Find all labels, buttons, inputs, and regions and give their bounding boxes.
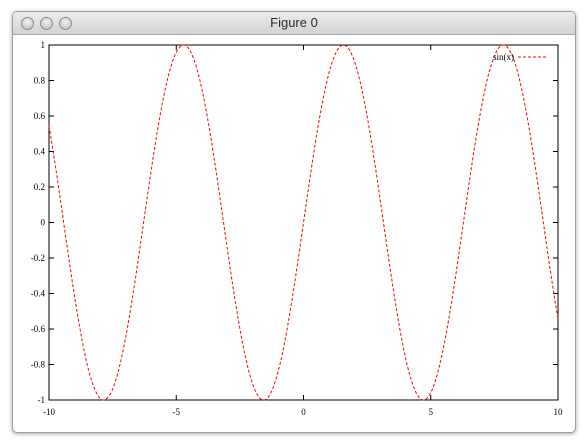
x-tick-label: 5 [429, 407, 434, 417]
x-tick-label: -10 [43, 407, 55, 417]
y-tick-label: -0.4 [31, 289, 46, 299]
plot-frame [48, 44, 559, 401]
y-tick-label: 0.8 [34, 76, 46, 86]
y-tick-label: -0.2 [31, 253, 45, 263]
figure-window: Figure 0 -10 -5 0 5 10 -1 -0.8 -0.6 -0.4 -0.2 0 0.2… [12, 11, 576, 433]
plot-canvas: -10 -5 0 5 10 -1 -0.8 -0.6 -0.4 -0.2 0 0.2 0.4 0.6 0.8… [31, 40, 564, 417]
y-tick-label: 0.4 [34, 147, 46, 157]
x-tick-label: -5 [173, 407, 181, 417]
legend-label: sin(x) [493, 52, 514, 62]
x-tick-label: 10 [554, 407, 564, 417]
y-tick-label: -1 [38, 395, 46, 405]
y-tick-label: 0.2 [34, 182, 45, 192]
y-tick-label: 0 [41, 218, 46, 228]
y-tick-label: -0.6 [31, 324, 46, 334]
y-tick-label: 0.6 [34, 111, 46, 121]
y-tick-label: -0.8 [31, 360, 46, 370]
x-tick-label: 0 [301, 407, 306, 417]
y-tick-label: 1 [41, 40, 46, 50]
